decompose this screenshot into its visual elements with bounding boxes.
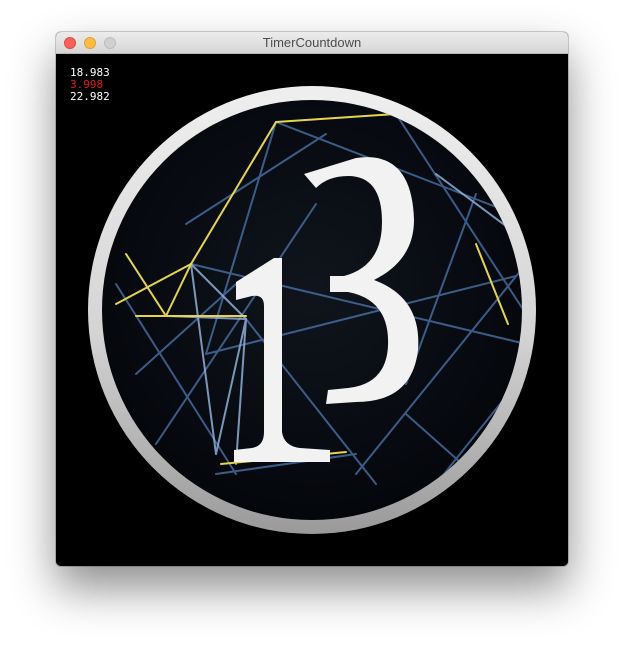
title-bar[interactable]: TimerCountdown [56,32,568,54]
timer-readouts: 18.983 3.998 22.982 [70,67,110,103]
sketch-canvas[interactable]: 18.983 3.998 22.982 [56,54,568,566]
window-title: TimerCountdown [262,35,362,50]
timer-readout-3: 22.982 [70,90,110,103]
processing-logo-icon [88,86,536,534]
app-window: TimerCountdown 18.983 3.998 22.982 [56,32,568,566]
